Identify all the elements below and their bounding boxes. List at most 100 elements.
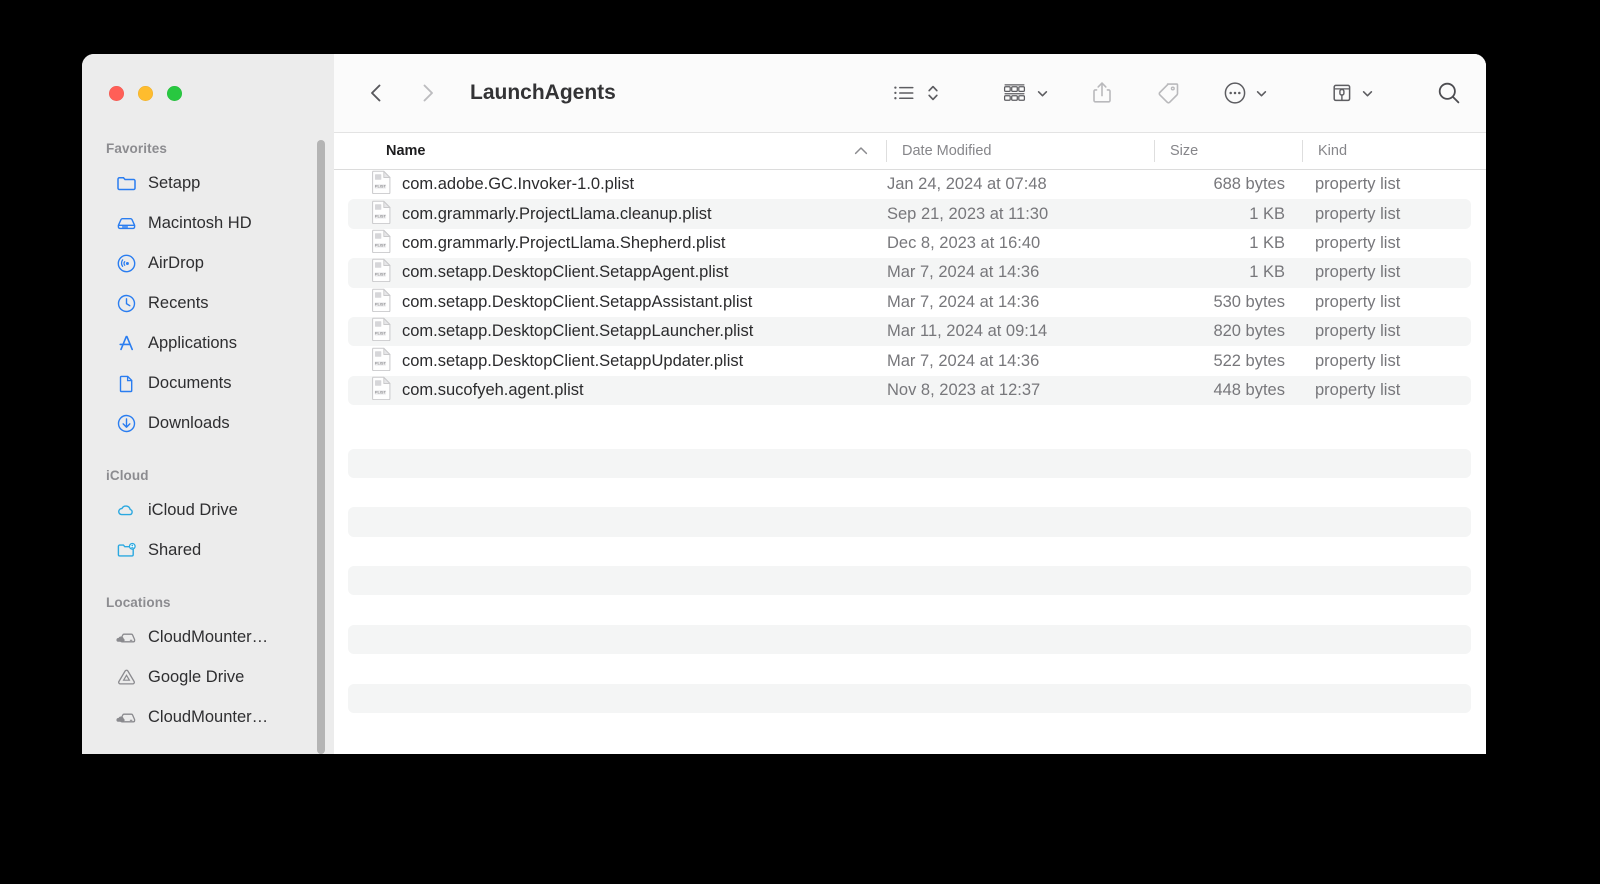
sidebar-item-label: Documents [148,373,232,392]
table-row[interactable]: PLIST com.grammarly.ProjectLlama.cleanup.… [348,199,1471,229]
view-as-list-icon[interactable] [892,82,918,104]
minimize-button[interactable] [138,85,153,101]
empty-row [348,624,1471,655]
plist-file-icon: PLIST [371,288,392,317]
chevron-down-icon[interactable] [1361,87,1374,100]
sidebar-item-recents[interactable]: Recents [92,283,324,323]
sidebar-item-google-drive[interactable]: Google Drive [92,657,324,697]
applications-icon [116,333,137,354]
sort-updown-icon[interactable] [926,82,940,104]
column-header-name[interactable]: Name [334,133,886,169]
plist-file-icon: PLIST [371,376,392,405]
column-header-label: Date Modified [902,143,992,159]
file-size-cell: 820 bytes [1213,322,1285,341]
empty-rows [334,405,1486,742]
table-row[interactable]: PLIST com.setapp.DesktopClient.SetappAssi… [348,288,1471,317]
close-button[interactable] [109,85,124,101]
column-headers: Name Date Modified Size Kind [334,132,1486,170]
file-name-label: com.grammarly.ProjectLlama.Shepherd.plis… [402,233,726,252]
chevron-down-icon[interactable] [1036,87,1049,100]
file-size-cell: 1 KB [1249,233,1285,252]
empty-row [348,478,1471,507]
sidebar: Favorites Setapp Macintosh HD AirDrop Re… [82,54,334,754]
sidebar-section-icloud-title: iCloud [106,468,149,483]
airdrop-icon [116,253,137,274]
sidebar-item-macintosh-hd[interactable]: Macintosh HD [92,203,324,243]
empty-row [348,595,1471,624]
file-kind-cell: property list [1315,233,1401,252]
sidebar-list: Favorites Setapp Macintosh HD AirDrop Re… [82,132,334,737]
tag-icon[interactable] [1155,81,1180,106]
file-name-cell: PLIST com.adobe.GC.Invoker-1.0.plist [348,170,885,199]
sidebar-item-airdrop[interactable]: AirDrop [92,243,324,283]
svg-text:PLIST: PLIST [375,213,387,218]
empty-row [348,713,1471,742]
sidebar-scrollbar[interactable] [317,140,325,754]
file-size-cell: 530 bytes [1213,292,1285,311]
group-items-control[interactable] [1002,81,1049,105]
file-date-cell: Nov 8, 2023 at 12:37 [887,380,1041,399]
forward-button[interactable] [408,73,448,113]
column-header-date-modified[interactable]: Date Modified [886,133,1154,169]
table-row[interactable]: PLIST com.grammarly.ProjectLlama.Shepherd… [348,229,1471,258]
share-icon[interactable] [1091,80,1113,106]
plist-file-icon: PLIST [371,170,392,199]
table-row[interactable]: PLIST com.setapp.DesktopClient.SetappUpda… [348,346,1471,375]
sidebar-item-label: Applications [148,333,237,352]
sidebar-item-label: Shared [148,540,202,559]
table-row[interactable]: PLIST com.setapp.DesktopClient.SetappAgen… [348,258,1471,288]
sidebar-item-label: CloudMounter… [148,627,269,646]
sidebar-item-label: Setapp [148,173,201,192]
search-icon[interactable] [1436,80,1462,106]
maximize-button[interactable] [167,85,182,101]
page-title: LaunchAgents [470,81,616,104]
table-row[interactable]: PLIST com.adobe.GC.Invoker-1.0.plist Jan 2… [348,170,1471,199]
empty-row [348,566,1471,596]
file-name-cell: PLIST com.setapp.DesktopClient.SetappAgen… [348,258,885,287]
column-header-label: Size [1170,143,1199,159]
sidebar-item-applications[interactable]: Applications [92,323,324,363]
file-name-label: com.adobe.GC.Invoker-1.0.plist [402,175,635,194]
empty-row [348,537,1471,566]
file-date-cell: Mar 7, 2024 at 14:36 [887,351,1040,370]
more-actions-icon[interactable] [1222,80,1248,106]
empty-row [348,654,1471,683]
chevron-down-icon[interactable] [1255,87,1268,100]
more-actions-control[interactable] [1222,80,1268,106]
plist-file-icon: PLIST [371,317,392,346]
sidebar-item-icloud-drive[interactable]: iCloud Drive [92,490,324,530]
sidebar-item-setapp[interactable]: Setapp [92,163,324,203]
file-name-label: com.setapp.DesktopClient.SetappAgent.pli… [402,263,729,282]
file-name-label: com.setapp.DesktopClient.SetappUpdater.p… [402,351,744,370]
harddisk-icon [116,213,137,234]
sidebar-item-downloads[interactable]: Downloads [92,403,324,443]
plist-file-icon: PLIST [371,347,392,376]
back-button[interactable] [356,73,396,113]
sidebar-item-label: CloudMounter… [148,707,269,726]
sort-ascending-icon [854,146,868,156]
table-row[interactable]: PLIST com.setapp.DesktopClient.SetappLaun… [348,316,1471,347]
sidebar-item-cloudmounter-1[interactable]: CloudMounter… [92,617,324,657]
svg-text:PLIST: PLIST [375,331,387,336]
sidebar-item-label: iCloud Drive [148,500,238,519]
setapp-control[interactable] [1330,80,1374,106]
document-icon [116,373,137,394]
file-kind-cell: property list [1315,322,1401,341]
finder-window: Favorites Setapp Macintosh HD AirDrop Re… [82,54,1486,754]
file-size-cell: 522 bytes [1213,351,1285,370]
sidebar-item-shared[interactable]: Shared [92,530,324,570]
column-header-size[interactable]: Size [1154,133,1302,169]
setapp-icon[interactable] [1330,80,1354,106]
file-size-cell: 688 bytes [1213,175,1285,194]
sidebar-item-documents[interactable]: Documents [92,363,324,403]
file-date-cell: Dec 8, 2023 at 16:40 [887,233,1041,252]
file-kind-cell: property list [1315,351,1401,370]
file-name-cell: PLIST com.grammarly.ProjectLlama.cleanup.… [348,200,885,229]
plist-file-icon: PLIST [371,200,392,229]
column-header-kind[interactable]: Kind [1302,133,1486,169]
table-row[interactable]: PLIST com.sucofyeh.agent.plist Nov 8, 2023… [348,375,1471,406]
group-items-icon[interactable] [1002,81,1029,105]
sidebar-item-label: Macintosh HD [148,213,252,232]
sidebar-item-cloudmounter-2[interactable]: CloudMounter… [92,697,324,737]
